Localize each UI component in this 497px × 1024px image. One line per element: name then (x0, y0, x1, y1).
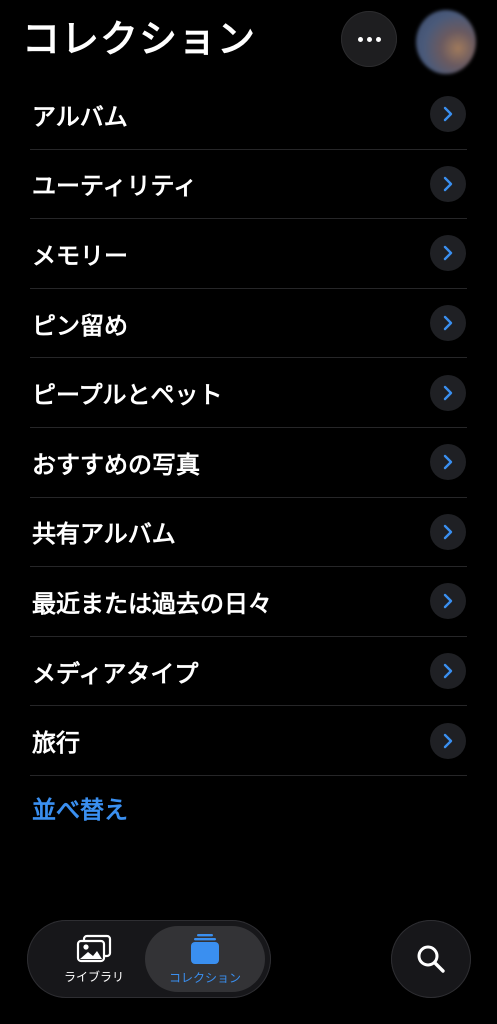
list-item-label: ユーティリティ (32, 172, 198, 201)
tab-collection-label: コレクション (168, 970, 241, 985)
sort-button[interactable]: 並べ替え (32, 790, 128, 825)
chevron-right-icon[interactable] (430, 96, 466, 133)
page-title: コレクション (22, 17, 257, 61)
list-item-trips[interactable]: 旅行 (30, 706, 467, 776)
search-icon (417, 945, 445, 973)
chevron-right-icon[interactable] (430, 583, 466, 620)
list-item-recent-days[interactable]: 最近または過去の日々 (30, 567, 467, 637)
tab-bar: ライブラリ コレクション (27, 920, 271, 998)
list-item-people-and-pets[interactable]: ピープルとペット (30, 358, 467, 428)
tab-library[interactable]: ライブラリ (35, 926, 153, 992)
collection-list: アルバム ユーティリティ メモリー ピン留め ピープルとペット おすすめの写真 … (30, 80, 467, 776)
chevron-right-icon[interactable] (430, 305, 466, 342)
list-item-label: ピン留め (32, 311, 128, 340)
list-item-media-types[interactable]: メディアタイプ (30, 637, 467, 707)
list-item-label: ピープルとペット (32, 381, 223, 410)
chevron-right-icon[interactable] (430, 722, 466, 759)
list-item-label: 最近または過去の日々 (32, 589, 272, 618)
search-button[interactable] (391, 920, 471, 998)
chevron-right-icon[interactable] (430, 513, 466, 550)
tab-library-label: ライブラリ (63, 969, 124, 984)
header: コレクション (0, 0, 497, 80)
more-button[interactable] (341, 11, 397, 67)
list-item-label: 共有アルバム (32, 520, 176, 549)
chevron-right-icon[interactable] (430, 374, 466, 411)
list-item-label: メモリー (32, 241, 128, 270)
chevron-right-icon[interactable] (430, 165, 466, 202)
ellipsis-icon (357, 36, 381, 42)
list-item-utilities[interactable]: ユーティリティ (30, 150, 467, 220)
list-item-memories[interactable]: メモリー (30, 219, 467, 289)
photo-library-icon (76, 934, 112, 962)
chevron-right-icon[interactable] (430, 653, 466, 690)
collection-stack-icon (191, 933, 219, 964)
chevron-right-icon[interactable] (430, 444, 466, 481)
chevron-right-icon[interactable] (430, 235, 466, 272)
list-item-shared-albums[interactable]: 共有アルバム (30, 498, 467, 568)
list-item-albums[interactable]: アルバム (30, 80, 467, 150)
list-item-pinned[interactable]: ピン留め (30, 289, 467, 359)
list-item-label: 旅行 (32, 729, 80, 758)
list-item-label: おすすめの写真 (32, 450, 200, 479)
tab-collection[interactable]: コレクション (145, 926, 265, 992)
list-item-label: メディアタイプ (32, 659, 199, 688)
list-item-featured-photos[interactable]: おすすめの写真 (30, 428, 467, 498)
avatar[interactable] (416, 10, 476, 74)
list-item-label: アルバム (32, 102, 128, 131)
